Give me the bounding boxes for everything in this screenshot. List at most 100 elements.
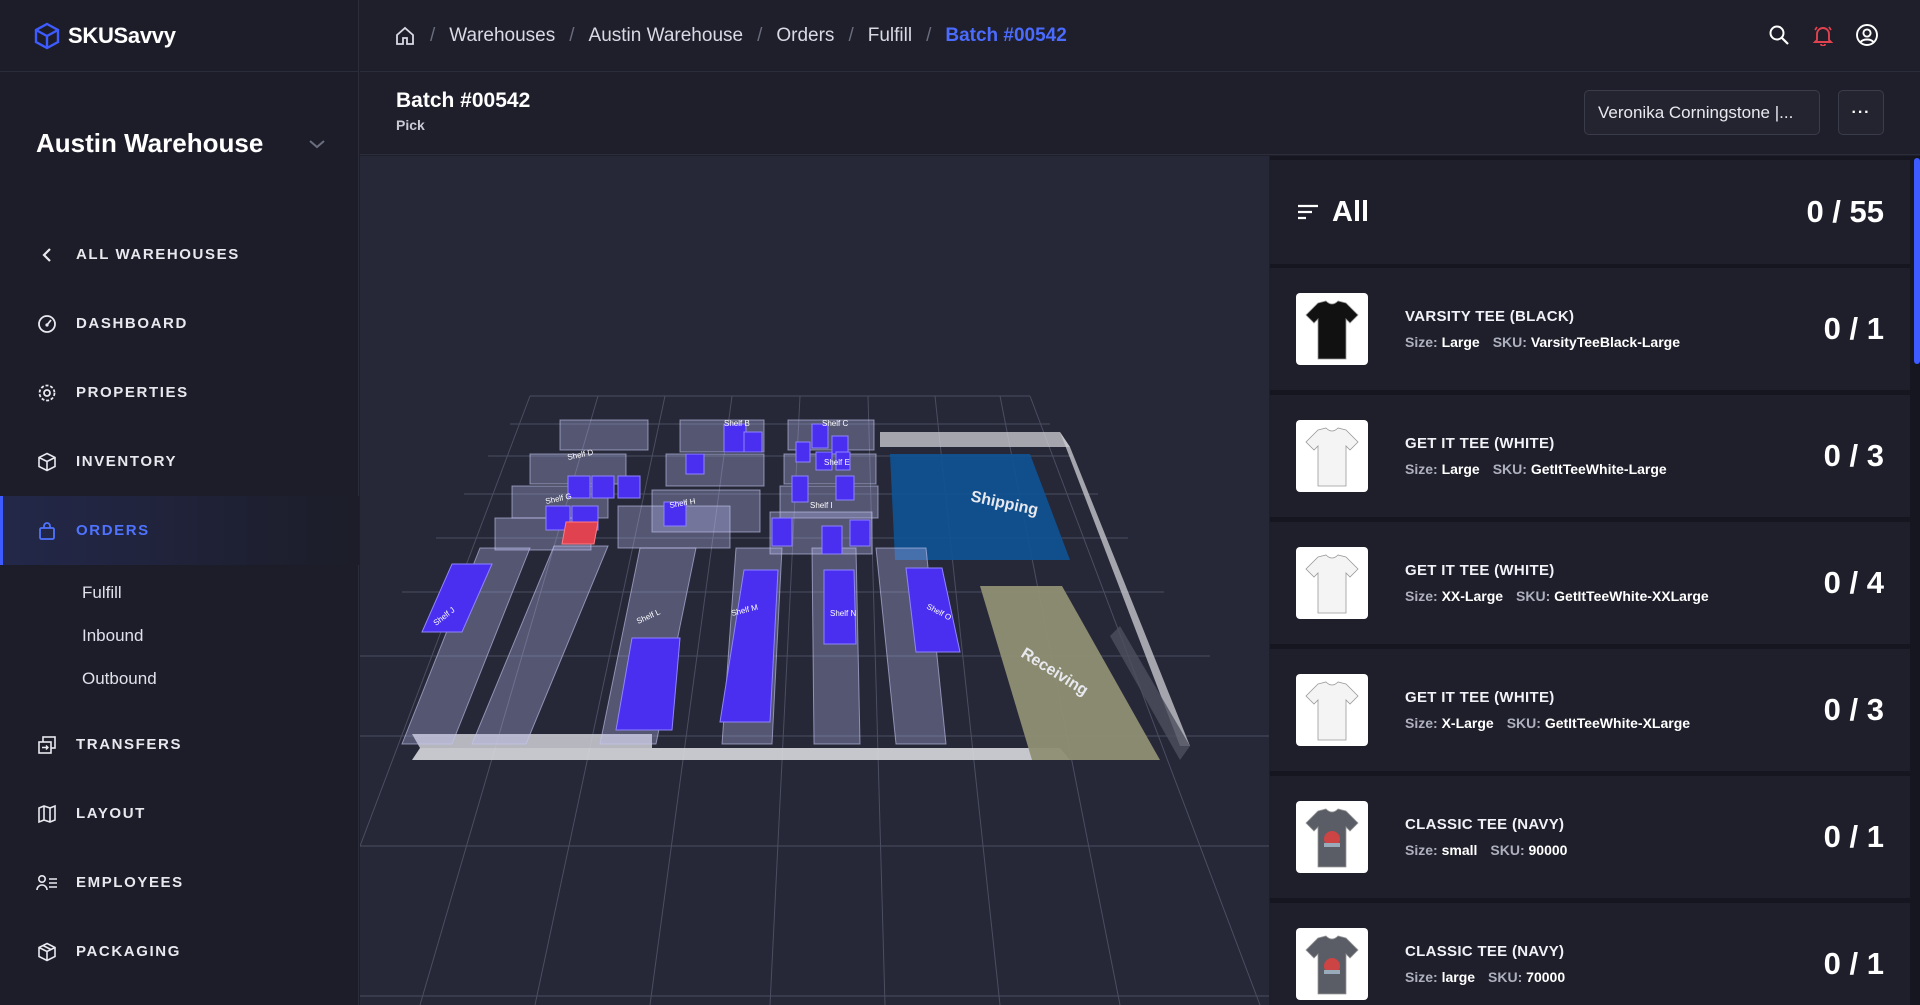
pick-list-item[interactable]: VARSITY TEE (BLACK) Size: Large SKU: Varsi… — [1270, 268, 1910, 390]
stock-bin — [849, 519, 871, 547]
stock-bin — [835, 475, 855, 501]
breadcrumb-current: Batch #00542 — [945, 24, 1067, 46]
stock-bin — [617, 475, 641, 499]
size-label: Size: — [1405, 969, 1438, 985]
chevron-down-icon — [309, 139, 325, 148]
pick-count: 0 / 3 — [1823, 692, 1884, 727]
assignee-dropdown[interactable]: Veronika Corningstone |... — [1584, 90, 1820, 135]
pick-list-item[interactable]: CLASSIC TEE (NAVY) Size: small SKU: 90000 0… — [1270, 776, 1910, 898]
bag-icon — [36, 520, 58, 542]
sidebar-item-label: EMPLOYEES — [76, 874, 184, 891]
scrollbar[interactable] — [1914, 156, 1920, 1005]
user-avatar-icon[interactable] — [1854, 22, 1880, 48]
stock-bin — [685, 453, 705, 475]
search-icon[interactable] — [1766, 22, 1792, 48]
stock-bin — [591, 475, 615, 499]
sku-value: 90000 — [1528, 842, 1568, 858]
breadcrumb-separator: / — [569, 24, 575, 46]
breadcrumb-austin-warehouse[interactable]: Austin Warehouse — [589, 25, 744, 47]
sidebar-item-employees[interactable]: EMPLOYEES — [0, 848, 359, 917]
stock-bin — [771, 517, 793, 547]
sidebar-item-all-warehouses[interactable]: ALL WAREHOUSES — [0, 220, 359, 289]
product-name: GET IT TEE (WHITE) — [1405, 689, 1555, 706]
product-meta: Size: Large SKU: GetItTeeWhite-Large — [1405, 461, 1667, 477]
stock-bin — [831, 435, 849, 455]
filter-label: All — [1332, 195, 1370, 228]
shelf-unit — [559, 419, 649, 451]
pick-list-filter[interactable]: All 0 / 55 — [1270, 160, 1910, 264]
highlighted-pick-bin[interactable] — [561, 521, 599, 545]
sidebar-item-label: LAYOUT — [76, 805, 146, 822]
shelf-label-i: Shelf I — [810, 501, 833, 510]
shipping-zone[interactable]: Shipping — [890, 454, 1070, 560]
gear-icon — [36, 382, 58, 404]
subnav-item-inbound[interactable]: Inbound — [0, 614, 359, 657]
breadcrumb-separator: / — [848, 24, 854, 46]
sku-value: VarsityTeeBlack-Large — [1530, 334, 1680, 350]
sidebar-item-dashboard[interactable]: DASHBOARD — [0, 289, 359, 358]
sidebar-item-label: ORDERS — [76, 522, 150, 539]
top-bar: / Warehouses / Austin Warehouse / Orders… — [360, 0, 1920, 72]
tshirt-icon — [1305, 935, 1359, 995]
sidebar: SKUSavvy Austin Warehouse ALL WAREHOUSES… — [0, 0, 359, 1005]
size-value: large — [1441, 969, 1476, 985]
breadcrumb-separator: / — [757, 24, 763, 46]
breadcrumb-fulfill[interactable]: Fulfill — [868, 25, 912, 47]
sidebar-item-label: DASHBOARD — [76, 315, 188, 332]
size-value: Large — [1441, 461, 1480, 477]
warehouse-selector[interactable]: Austin Warehouse — [36, 128, 326, 159]
warehouse-map-canvas[interactable]: Shipping Receiving Shelf B Shelf C Shelf… — [360, 156, 1269, 1005]
logo[interactable]: SKUSavvy — [0, 0, 358, 72]
subnav-item-outbound[interactable]: Outbound — [0, 657, 359, 700]
sidebar-item-inventory[interactable]: INVENTORY — [0, 427, 359, 496]
product-meta: Size: large SKU: 70000 — [1405, 969, 1565, 985]
size-value: Large — [1441, 334, 1480, 350]
pick-count: 0 / 1 — [1823, 819, 1884, 854]
sidebar-item-transfers[interactable]: TRANSFERS — [0, 710, 359, 779]
shelf-label-e: Shelf E — [824, 458, 850, 467]
pick-list-item[interactable]: GET IT TEE (WHITE) Size: X-Large SKU: GetI… — [1270, 649, 1910, 771]
chevron-left-icon — [36, 244, 58, 266]
product-thumbnail — [1296, 420, 1368, 492]
breadcrumb-orders[interactable]: Orders — [776, 25, 834, 47]
bell-icon[interactable] — [1810, 22, 1836, 48]
sku-label: SKU: — [1506, 715, 1541, 731]
sidebar-item-orders[interactable]: ORDERS — [0, 496, 359, 565]
tshirt-icon — [1305, 808, 1359, 868]
stock-bin — [821, 525, 843, 555]
sidebar-item-layout[interactable]: LAYOUT — [0, 779, 359, 848]
pick-count: 0 / 3 — [1823, 438, 1884, 473]
home-icon[interactable] — [394, 25, 416, 47]
shelf-label-c: Shelf C — [822, 419, 848, 428]
sidebar-item-packaging[interactable]: PACKAGING — [0, 917, 359, 986]
breadcrumb: / Warehouses / Austin Warehouse / Orders… — [394, 25, 1067, 47]
warehouse-3d-map[interactable]: Shipping Receiving Shelf B Shelf C Shelf… — [360, 156, 1269, 1005]
pick-list-item[interactable]: GET IT TEE (WHITE) Size: XX-Large SKU: Get… — [1270, 522, 1910, 644]
scrollbar-thumb[interactable] — [1914, 158, 1920, 364]
map-icon — [36, 803, 58, 825]
sidebar-item-label: PACKAGING — [76, 943, 181, 960]
more-options-button[interactable]: ··· — [1838, 90, 1884, 135]
tshirt-icon — [1305, 427, 1359, 487]
size-value: XX-Large — [1441, 588, 1504, 604]
sidebar-item-properties[interactable]: PROPERTIES — [0, 358, 359, 427]
filter-icon — [1298, 204, 1318, 220]
sku-value: GetItTeeWhite-Large — [1530, 461, 1667, 477]
pick-list-item[interactable]: GET IT TEE (WHITE) Size: Large SKU: GetItT… — [1270, 395, 1910, 517]
subnav-item-fulfill[interactable]: Fulfill — [0, 571, 359, 614]
product-thumbnail — [1296, 928, 1368, 1000]
batch-header: Batch #00542 Pick Veronika Corningstone … — [360, 73, 1920, 155]
pick-count: 0 / 1 — [1823, 946, 1884, 981]
product-info: CLASSIC TEE (NAVY) Size: small SKU: 90000 — [1405, 816, 1567, 858]
sidebar-item-label: TRANSFERS — [76, 736, 183, 753]
breadcrumb-warehouses[interactable]: Warehouses — [449, 25, 555, 47]
package-icon — [36, 941, 58, 963]
top-actions — [1766, 22, 1880, 48]
product-thumbnail — [1296, 547, 1368, 619]
logo-text: SKUSavvy — [68, 22, 176, 48]
pick-list-item[interactable]: CLASSIC TEE (NAVY) Size: large SKU: 70000 0… — [1270, 903, 1910, 1005]
sku-value: GetItTeeWhite-XLarge — [1544, 715, 1691, 731]
pick-list-panel: All 0 / 55 VARSITY TEE (BLACK) Size: Larg… — [1270, 156, 1920, 1005]
gauge-icon — [36, 313, 58, 335]
product-name: CLASSIC TEE (NAVY) — [1405, 816, 1565, 833]
